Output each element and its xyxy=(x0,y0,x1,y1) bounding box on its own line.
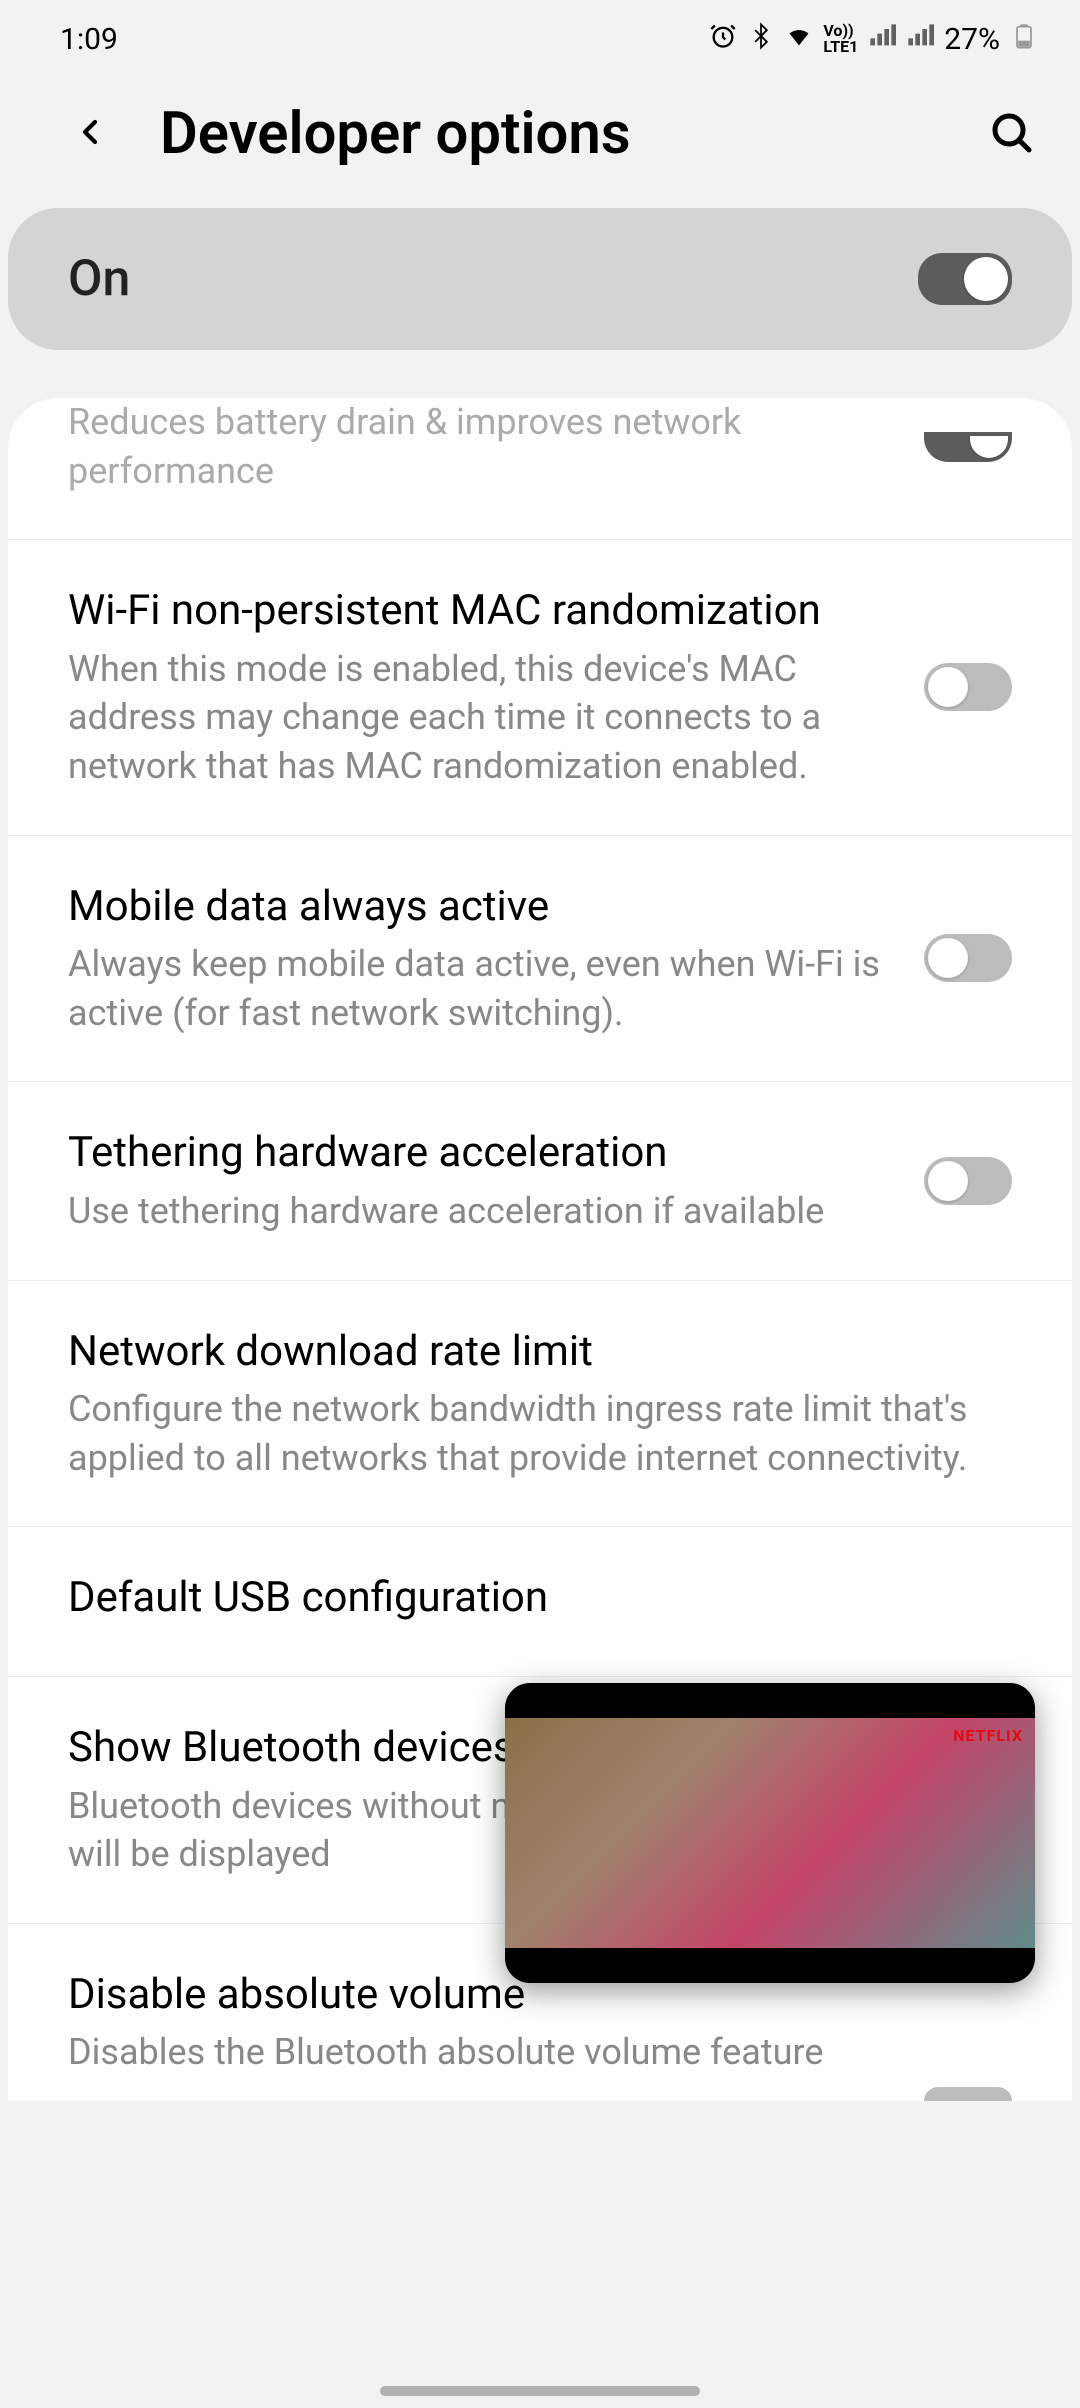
nav-handle[interactable] xyxy=(380,2386,700,2396)
alarm-icon xyxy=(709,22,737,57)
setting-title: Network download rate limit xyxy=(68,1325,1012,1380)
back-icon[interactable] xyxy=(70,107,110,161)
wifi-icon xyxy=(785,22,813,57)
battery-percent: 27% xyxy=(944,22,1000,57)
setting-partial-top[interactable]: Reduces battery drain & improves network… xyxy=(8,398,1072,540)
header: Developer options xyxy=(0,70,1080,208)
setting-desc: Use tethering hardware acceleration if a… xyxy=(68,1187,894,1236)
lte-icon: Vo))LTE1 xyxy=(823,23,858,55)
search-icon[interactable] xyxy=(987,108,1035,160)
toggle-partial[interactable] xyxy=(924,432,1012,462)
signal-icon-2 xyxy=(906,22,934,57)
page-title: Developer options xyxy=(160,100,937,168)
setting-desc: When this mode is enabled, this device's… xyxy=(68,645,894,791)
master-toggle[interactable] xyxy=(918,253,1012,305)
status-bar: 1:09 Vo))LTE1 27% xyxy=(0,0,1080,70)
pip-window[interactable]: NETFLIX xyxy=(505,1683,1035,1983)
toggle-absolute-volume[interactable] xyxy=(924,2087,1012,2101)
setting-usb[interactable]: Default USB configuration xyxy=(8,1527,1072,1677)
master-toggle-row[interactable]: On xyxy=(8,208,1072,350)
setting-rate-limit[interactable]: Network download rate limit Configure th… xyxy=(8,1281,1072,1528)
setting-title: Default USB configuration xyxy=(68,1571,1012,1626)
setting-title: Wi-Fi non-persistent MAC randomization xyxy=(68,584,894,639)
pip-provider-label: NETFLIX xyxy=(953,1726,1023,1745)
setting-desc: Reduces battery drain & improves network… xyxy=(68,398,894,495)
toggle-tethering[interactable] xyxy=(924,1157,1012,1205)
setting-mobile-data[interactable]: Mobile data always active Always keep mo… xyxy=(8,836,1072,1083)
battery-icon xyxy=(1010,22,1038,57)
bluetooth-icon xyxy=(747,22,775,57)
setting-desc: Disables the Bluetooth absolute volume f… xyxy=(68,2028,1012,2077)
setting-title: Mobile data always active xyxy=(68,880,894,935)
toggle-mobile-data[interactable] xyxy=(924,934,1012,982)
setting-title: Tethering hardware acceleration xyxy=(68,1126,894,1181)
setting-tethering[interactable]: Tethering hardware acceleration Use teth… xyxy=(8,1082,1072,1280)
status-time: 1:09 xyxy=(60,22,118,57)
pip-video[interactable]: NETFLIX xyxy=(505,1718,1035,1948)
setting-wifi-mac[interactable]: Wi-Fi non-persistent MAC randomization W… xyxy=(8,540,1072,835)
status-icons: Vo))LTE1 27% xyxy=(709,22,1038,57)
toggle-wifi-mac[interactable] xyxy=(924,663,1012,711)
setting-desc: Always keep mobile data active, even whe… xyxy=(68,940,894,1037)
signal-icon-1 xyxy=(868,22,896,57)
setting-desc: Configure the network bandwidth ingress … xyxy=(68,1385,1012,1482)
master-toggle-label: On xyxy=(68,250,130,308)
